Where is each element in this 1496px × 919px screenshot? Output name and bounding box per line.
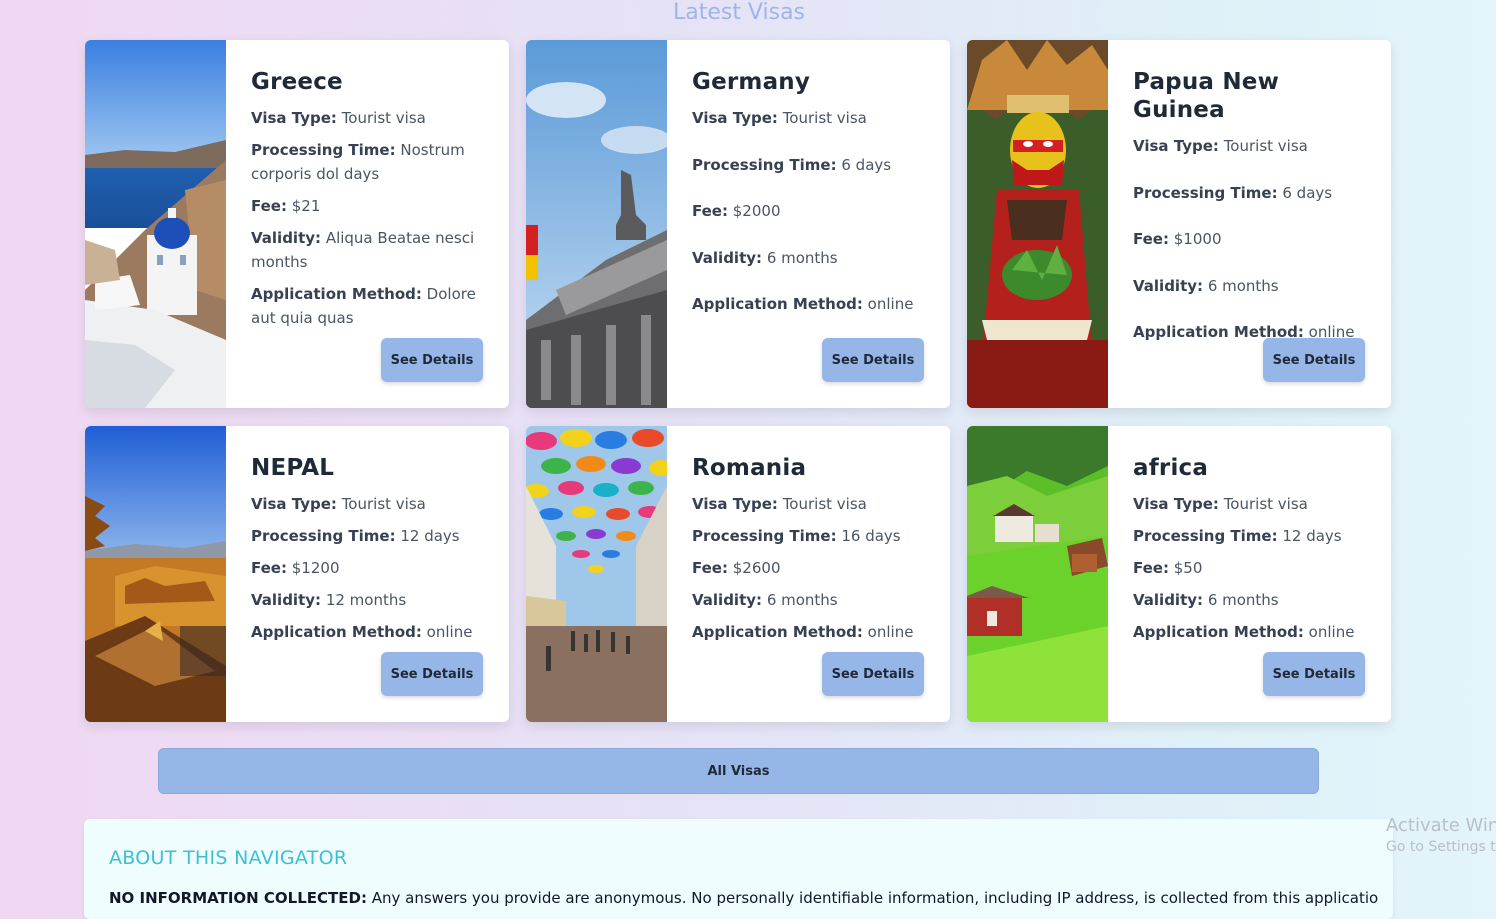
about-lead: NO INFORMATION COLLECTED: (109, 889, 367, 907)
romania-image (526, 426, 667, 722)
country-name: Papua New Guinea (1133, 69, 1280, 123)
visa-type: Visa Type: Tourist visa (692, 109, 867, 127)
validity: Validity: 6 months (692, 248, 838, 267)
see-details-button[interactable]: See Details (381, 338, 483, 382)
card-body: Romania Visa Type: Tourist visa Processi… (667, 426, 950, 722)
visa-card-greece: Greece Visa Type: Tourist visa Processin… (85, 40, 509, 408)
application-method: Application Method: online (692, 623, 914, 641)
card-body: NEPAL Visa Type: Tourist visa Processing… (226, 426, 509, 722)
country-name: Germany (692, 69, 811, 95)
visa-card-nepal: NEPAL Visa Type: Tourist visa Processing… (85, 426, 509, 722)
see-details-button[interactable]: See Details (822, 652, 924, 696)
see-details-button[interactable]: See Details (822, 338, 924, 382)
activation-watermark: Activate Win Go to Settings to (1386, 815, 1496, 857)
visa-type: Visa Type: Tourist visa (1133, 495, 1308, 513)
see-details-button[interactable]: See Details (1263, 652, 1365, 696)
processing-time: Processing Time: Nostrum corporis dol da… (251, 141, 465, 183)
fee: Fee: $50 (1133, 559, 1203, 577)
processing-time: Processing Time: 12 days (1133, 527, 1342, 545)
visa-type: Visa Type: Tourist visa (251, 495, 426, 513)
country-name: Greece (251, 69, 343, 95)
section-title: Latest Visas (672, 0, 806, 25)
validity: Validity: Aliqua Beatae nesci months (251, 229, 475, 271)
application-method: Application Method: Dolore aut quia quas (251, 285, 476, 327)
see-details-button[interactable]: See Details (1263, 338, 1365, 382)
about-body: Any answers you provide are anonymous. N… (366, 889, 1379, 907)
visa-type: Visa Type: Tourist visa (1133, 137, 1308, 155)
validity: Validity: 6 months (1133, 591, 1279, 609)
processing-time: Processing Time: 6 days (1133, 183, 1333, 202)
visa-card-germany: Germany Visa Type: Tourist visa Processi… (526, 40, 950, 408)
watermark-line-2: Go to Settings to (1386, 839, 1496, 855)
watermark-line-1: Activate Win (1386, 815, 1496, 836)
nepal-image (85, 426, 226, 722)
fee: Fee: $21 (251, 197, 321, 215)
visa-card-papua-new-guinea: Papua New Guinea Visa Type: Tourist visa… (967, 40, 1391, 408)
visa-type: Visa Type: Tourist visa (251, 109, 426, 127)
papua-new-guinea-image (967, 40, 1108, 408)
fee: Fee: $1200 (251, 559, 340, 577)
card-body: africa Visa Type: Tourist visa Processin… (1108, 426, 1391, 722)
application-method: Application Method: online (1133, 623, 1355, 641)
see-details-button[interactable]: See Details (381, 652, 483, 696)
processing-time: Processing Time: 12 days (251, 527, 460, 545)
validity: Validity: 12 months (251, 591, 407, 609)
card-body: Papua New Guinea Visa Type: Tourist visa… (1108, 40, 1391, 408)
visa-card-africa: africa Visa Type: Tourist visa Processin… (967, 426, 1391, 722)
about-text: NO INFORMATION COLLECTED: Any answers yo… (109, 889, 1379, 907)
greece-image (85, 40, 226, 408)
all-visas-button[interactable]: All Visas (158, 748, 1319, 794)
processing-time: Processing Time: 6 days (692, 155, 892, 174)
about-title: ABOUT THIS NAVIGATOR (109, 847, 348, 869)
processing-time: Processing Time: 16 days (692, 527, 901, 545)
fee: Fee: $2000 (692, 202, 781, 220)
germany-image (526, 40, 667, 408)
validity: Validity: 6 months (692, 591, 838, 609)
country-name: Romania (692, 455, 807, 481)
africa-image (967, 426, 1108, 722)
visa-grid: Greece Visa Type: Tourist visa Processin… (85, 40, 1392, 722)
country-name: NEPAL (251, 455, 335, 481)
country-name: africa (1133, 455, 1209, 481)
application-method: Application Method: online (251, 623, 473, 641)
validity: Validity: 6 months (1133, 276, 1279, 295)
card-body: Greece Visa Type: Tourist visa Processin… (226, 40, 509, 408)
card-body: Germany Visa Type: Tourist visa Processi… (667, 40, 950, 408)
application-method: Application Method: online (692, 295, 914, 313)
about-section: ABOUT THIS NAVIGATOR NO INFORMATION COLL… (84, 819, 1393, 919)
visa-card-romania: Romania Visa Type: Tourist visa Processi… (526, 426, 950, 722)
fee: Fee: $2600 (692, 559, 781, 577)
fee: Fee: $1000 (1133, 230, 1222, 248)
visa-type: Visa Type: Tourist visa (692, 495, 867, 513)
